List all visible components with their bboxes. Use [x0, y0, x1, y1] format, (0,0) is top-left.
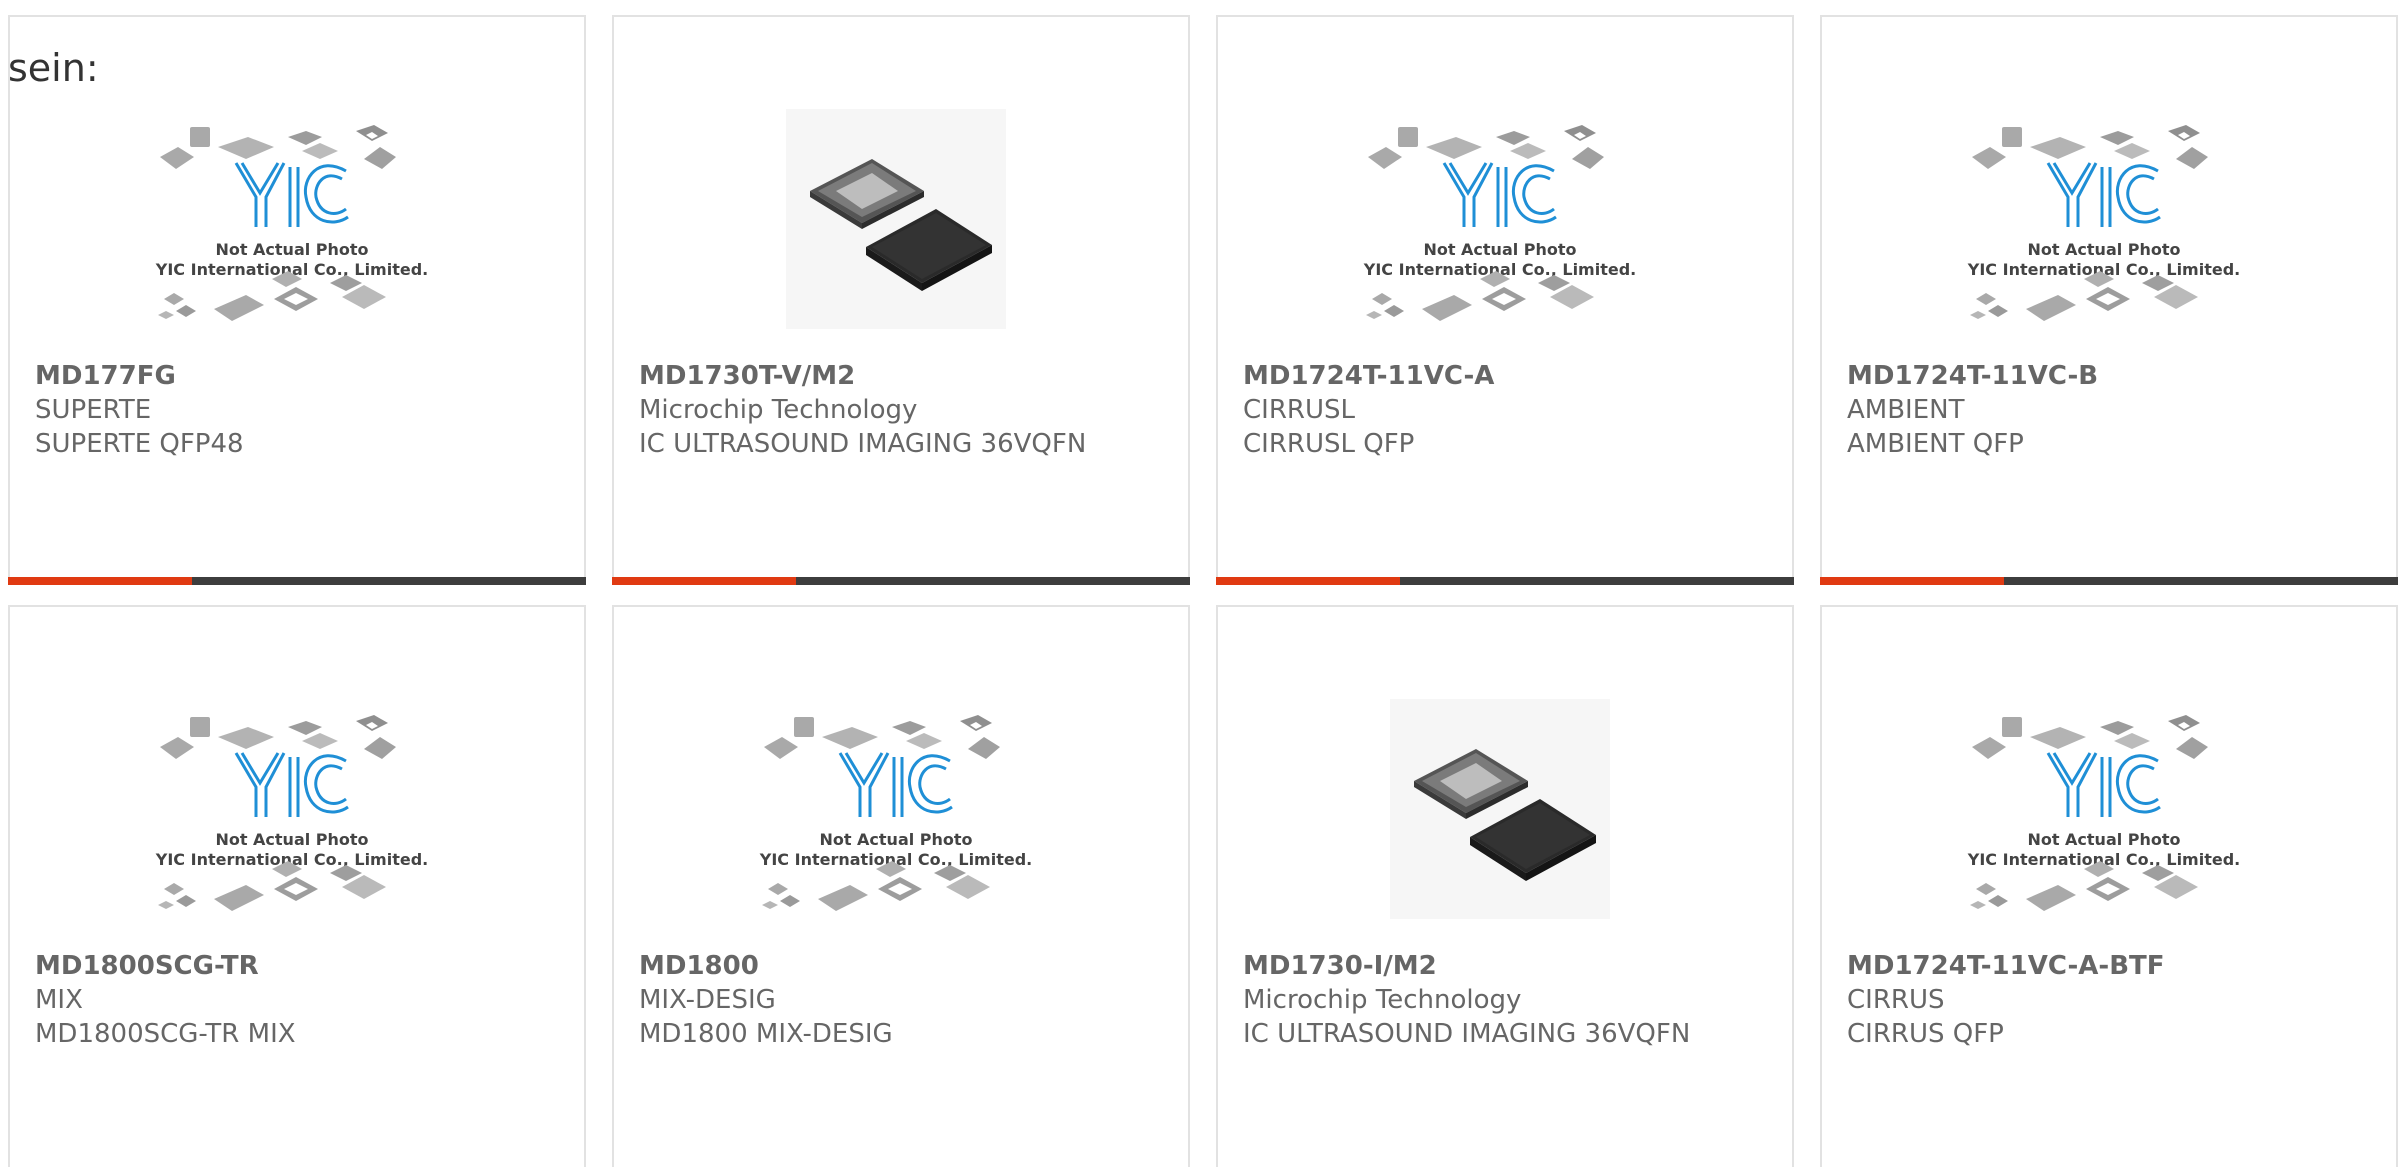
product-grid: Not Actual Photo YIC International Co., … — [0, 0, 2400, 1167]
part-number-link[interactable]: MD177FG — [35, 359, 555, 393]
placeholder-caption-1: Not Actual Photo — [215, 830, 368, 849]
description: IC ULTRASOUND IMAGING 36VQFN — [639, 429, 1087, 459]
placeholder-caption-1: Not Actual Photo — [2027, 830, 2180, 849]
prefix-text: sein: — [8, 46, 99, 90]
placeholder-product-image: Not Actual Photo YIC International Co., … — [155, 125, 428, 321]
placeholder-product-image: Not Actual Photo YIC International Co., … — [1967, 715, 2240, 911]
card-bottom-bar — [1216, 577, 1794, 585]
placeholder-caption-1: Not Actual Photo — [819, 830, 972, 849]
card-bottom-bar — [8, 577, 586, 585]
product-image[interactable]: Not Actual Photo YIC International Co., … — [1350, 99, 1650, 339]
manufacturer: CIRRUS — [1847, 985, 1945, 1015]
product-info: MD177FG SUPERTE SUPERTE QFP48 — [35, 359, 555, 461]
card-accent-bar — [612, 577, 796, 585]
part-number-link[interactable]: MD1724T-11VC-A-BTF — [1847, 949, 2367, 983]
description: AMBIENT QFP — [1847, 429, 2024, 459]
part-number-link[interactable]: MD1724T-11VC-A — [1243, 359, 1763, 393]
placeholder-product-image: Not Actual Photo YIC International Co., … — [1967, 125, 2240, 321]
placeholder-caption-1: Not Actual Photo — [2027, 240, 2180, 259]
product-info: MD1724T-11VC-B AMBIENT AMBIENT QFP — [1847, 359, 2367, 461]
placeholder-product-image: Not Actual Photo YIC International Co., … — [155, 715, 428, 911]
product-card[interactable]: Not Actual Photo YIC International Co., … — [1820, 15, 2398, 585]
manufacturer: Microchip Technology — [639, 395, 918, 425]
product-image[interactable]: Not Actual Photo YIC International Co., … — [1954, 99, 2254, 339]
part-number-link[interactable]: MD1724T-11VC-B — [1847, 359, 2367, 393]
product-card[interactable]: Not Actual Photo YIC International Co., … — [1820, 605, 2398, 1167]
description: SUPERTE QFP48 — [35, 429, 244, 459]
product-info: MD1724T-11VC-A-BTF CIRRUS CIRRUS QFP — [1847, 949, 2367, 1051]
description: CIRRUS QFP — [1847, 1019, 2004, 1049]
placeholder-product-image: Not Actual Photo YIC International Co., … — [759, 715, 1032, 911]
product-info: MD1724T-11VC-A CIRRUSL CIRRUSL QFP — [1243, 359, 1763, 461]
card-bottom-bar — [1820, 577, 2398, 585]
manufacturer: CIRRUSL — [1243, 395, 1355, 425]
placeholder-caption-1: Not Actual Photo — [215, 240, 368, 259]
product-info: MD1730T-V/M2 Microchip Technology IC ULT… — [639, 359, 1159, 461]
description: IC ULTRASOUND IMAGING 36VQFN — [1243, 1019, 1691, 1049]
card-accent-bar — [1820, 577, 2004, 585]
qfn-chip-image — [1390, 699, 1610, 919]
product-image[interactable] — [1350, 689, 1650, 929]
product-card[interactable]: Not Actual Photo YIC International Co., … — [612, 605, 1190, 1167]
part-number-link[interactable]: MD1800SCG-TR — [35, 949, 555, 983]
manufacturer: MIX — [35, 985, 83, 1015]
manufacturer: AMBIENT — [1847, 395, 1965, 425]
product-card[interactable]: MD1730-I/M2 Microchip Technology IC ULTR… — [1216, 605, 1794, 1167]
card-bottom-bar — [612, 577, 1190, 585]
product-image[interactable] — [746, 99, 1046, 339]
qfn-chip-image — [786, 109, 1006, 329]
description: MD1800SCG-TR MIX — [35, 1019, 296, 1049]
description: CIRRUSL QFP — [1243, 429, 1415, 459]
part-number-link[interactable]: MD1730-I/M2 — [1243, 949, 1763, 983]
product-info: MD1800SCG-TR MIX MD1800SCG-TR MIX — [35, 949, 555, 1051]
manufacturer: MIX-DESIG — [639, 985, 776, 1015]
product-info: MD1730-I/M2 Microchip Technology IC ULTR… — [1243, 949, 1763, 1051]
product-image[interactable]: Not Actual Photo YIC International Co., … — [142, 689, 442, 929]
manufacturer: SUPERTE — [35, 395, 152, 425]
part-number-link[interactable]: MD1730T-V/M2 — [639, 359, 1159, 393]
manufacturer: Microchip Technology — [1243, 985, 1522, 1015]
part-number-link[interactable]: MD1800 — [639, 949, 1159, 983]
placeholder-product-image: Not Actual Photo YIC International Co., … — [1363, 125, 1636, 321]
product-image[interactable]: Not Actual Photo YIC International Co., … — [746, 689, 1046, 929]
product-grid-page: sein: Not Actual Photo YIC International… — [0, 0, 2400, 1167]
card-accent-bar — [8, 577, 192, 585]
product-card[interactable]: Not Actual Photo YIC International Co., … — [8, 15, 586, 585]
description: MD1800 MIX-DESIG — [639, 1019, 893, 1049]
product-info: MD1800 MIX-DESIG MD1800 MIX-DESIG — [639, 949, 1159, 1051]
product-card[interactable]: Not Actual Photo YIC International Co., … — [8, 605, 586, 1167]
product-card[interactable]: Not Actual Photo YIC International Co., … — [1216, 15, 1794, 585]
card-accent-bar — [1216, 577, 1400, 585]
product-card[interactable]: MD1730T-V/M2 Microchip Technology IC ULT… — [612, 15, 1190, 585]
product-image[interactable]: Not Actual Photo YIC International Co., … — [142, 99, 442, 339]
product-image[interactable]: Not Actual Photo YIC International Co., … — [1954, 689, 2254, 929]
placeholder-caption-1: Not Actual Photo — [1423, 240, 1576, 259]
